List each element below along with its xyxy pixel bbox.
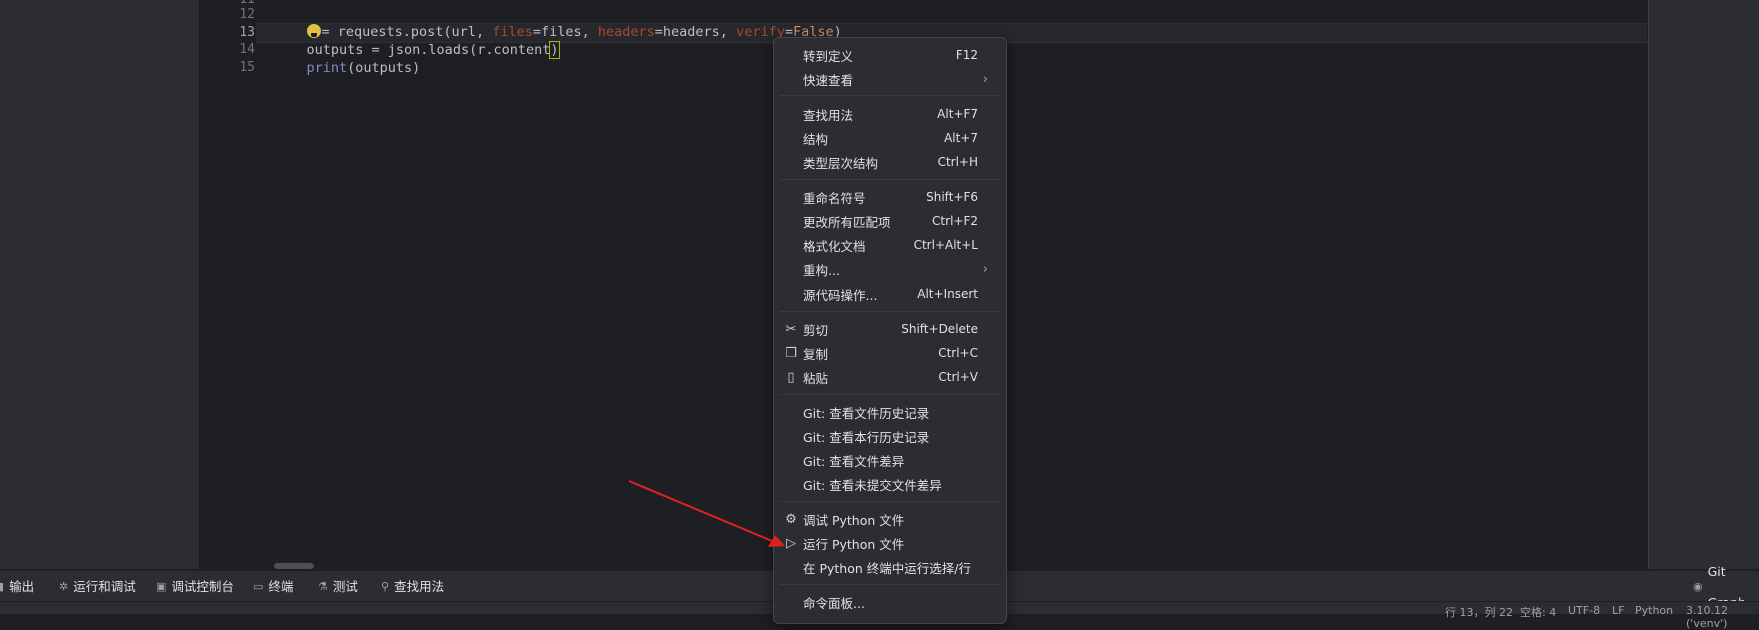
annotation-arrow [628, 480, 785, 547]
